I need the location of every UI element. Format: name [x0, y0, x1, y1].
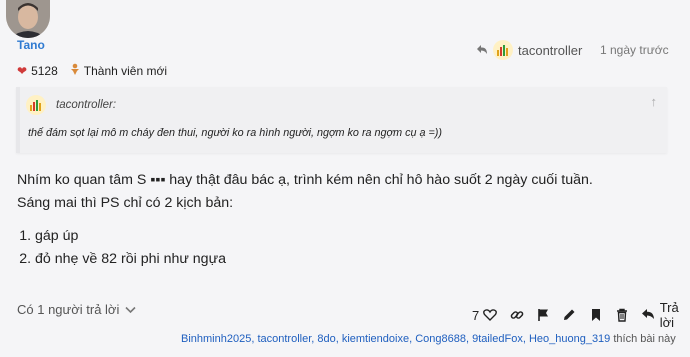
like-count: 7	[472, 307, 480, 323]
quote-block: tacontroller: ↑ thế đám sọt lại mô m chá…	[16, 87, 667, 153]
badge-icon	[70, 63, 80, 78]
quote-text: thế đám sọt lại mô m cháy đen thui, ngườ…	[28, 127, 442, 139]
body-line-2: Sáng mai thì PS chỉ có 2 kịch bản:	[17, 195, 234, 211]
list-item: gáp úp	[35, 225, 593, 248]
reply-to-link[interactable]: tacontroller	[476, 40, 582, 60]
quote-avatar	[26, 95, 46, 115]
scenario-list: gáp úp đỏ nhẹ về 82 rồi phi như ngựa	[17, 225, 593, 271]
body-line-1: Nhím ko quan tâm S ▪▪▪ hay thật đâu bác …	[17, 172, 593, 188]
reply-icon	[641, 308, 655, 323]
liked-by-suffix: thích bài này	[610, 333, 676, 345]
user-badge: Thành viên mới	[83, 63, 168, 78]
heart-icon: ❤	[17, 63, 28, 78]
replies-count: Có 1 người trả lời	[17, 302, 120, 317]
author-avatar[interactable]	[6, 0, 50, 38]
liked-by-users[interactable]: Binhminh2025, tacontroller, 8do, kiemtie…	[181, 333, 610, 345]
chevron-down-icon	[125, 302, 136, 317]
link-icon[interactable]	[510, 307, 524, 323]
flag-icon[interactable]	[536, 307, 550, 323]
author-name[interactable]: Tano	[17, 38, 45, 52]
replies-toggle[interactable]: Có 1 người trả lời	[17, 302, 136, 317]
jump-to-quote-icon[interactable]: ↑	[651, 94, 658, 109]
trash-icon[interactable]	[615, 307, 629, 323]
post-actions: 7 Trả lời	[472, 300, 690, 330]
edit-icon[interactable]	[562, 307, 576, 323]
list-item: đỏ nhẹ về 82 rồi phi như ngựa	[35, 248, 593, 271]
quote-author: tacontroller:	[56, 99, 117, 111]
user-stats: ❤ 5128 Thành viên mới	[17, 63, 167, 78]
like-total: 5128	[31, 63, 58, 78]
bookmark-icon[interactable]	[589, 307, 603, 323]
heart-outline-icon	[482, 307, 498, 323]
reply-button[interactable]: Trả lời	[641, 300, 690, 330]
reply-to-avatar	[493, 40, 513, 60]
post-body: Nhím ko quan tâm S ▪▪▪ hay thật đâu bác …	[17, 169, 593, 271]
post-time[interactable]: 1 ngày trước	[600, 43, 669, 57]
liked-by: Binhminh2025, tacontroller, 8do, kiemtie…	[181, 333, 676, 345]
reply-arrow-icon	[476, 43, 488, 58]
like-button[interactable]: 7	[472, 307, 498, 323]
reply-label: Trả lời	[659, 300, 679, 330]
reply-to-username: tacontroller	[518, 42, 583, 58]
